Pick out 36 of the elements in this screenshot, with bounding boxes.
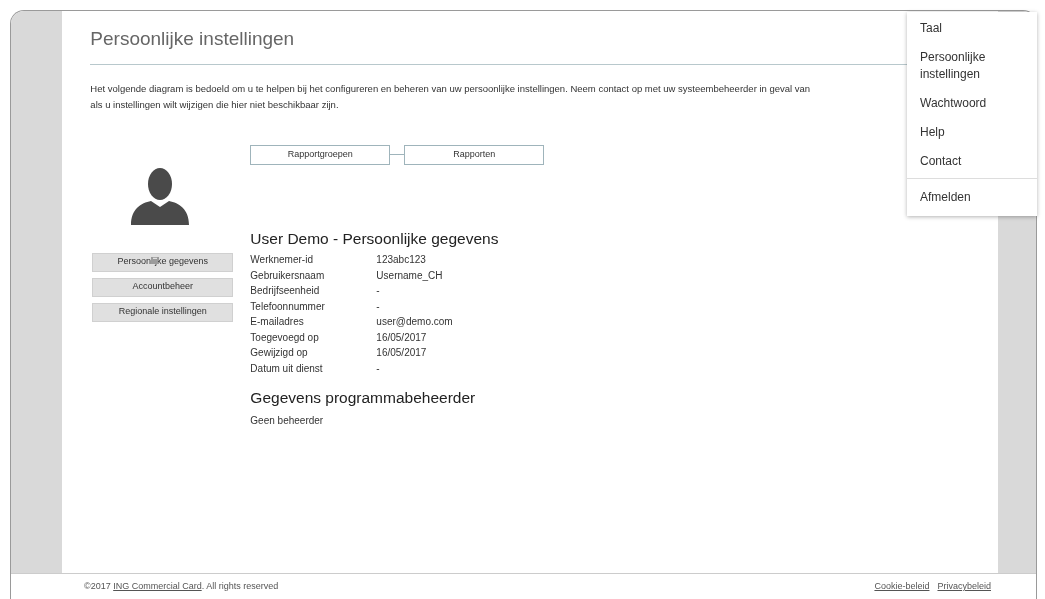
details-title: User Demo - Persoonlijke gegevens xyxy=(250,228,500,249)
side-nav-button[interactable]: Accountbeheer xyxy=(92,277,234,297)
field-value: 16/05/2017 xyxy=(376,330,427,345)
field-label: Toegevoegd op xyxy=(250,330,320,345)
menu-item[interactable]: Afmelden xyxy=(907,183,1037,212)
user-avatar-icon xyxy=(131,166,190,225)
field-label: Gewijzigd op xyxy=(250,346,309,360)
field-label: E-mailadres xyxy=(250,315,305,329)
diagram-node[interactable]: Rapportgroepen xyxy=(250,144,391,165)
menu-item[interactable]: Wachtwoord xyxy=(907,89,1037,118)
field-label: Datum uit dienst xyxy=(250,361,324,376)
field-label: Telefoonnummer xyxy=(250,299,326,314)
field-value: 16/05/2017 xyxy=(376,346,427,360)
field-value: Username_CH xyxy=(376,268,443,283)
field-value: - xyxy=(376,361,380,376)
company-link[interactable]: ING Commercial Card xyxy=(113,580,202,591)
field-value: - xyxy=(376,284,380,298)
manager-text: Geen beheerder xyxy=(250,414,325,428)
menu-item[interactable]: Persoonlijke instellingen xyxy=(907,43,1037,89)
side-nav-button[interactable]: Regionale instellingen xyxy=(92,302,234,322)
field-label: Werknemer-id xyxy=(250,253,314,267)
field-value: 123abc123 xyxy=(376,253,426,267)
field-value: - xyxy=(376,299,380,314)
footer-link[interactable]: Privacybeleid xyxy=(937,579,991,594)
section-title: Gegevens programmabeheerder xyxy=(250,387,477,408)
menu-item[interactable]: Contact xyxy=(907,147,1037,176)
field-value: user@demo.com xyxy=(376,315,453,329)
copyright-text: ©2017 ING Commercial Card. All rights reserved xyxy=(84,579,279,593)
side-nav-button[interactable]: Persoonlijke gegevens xyxy=(92,252,234,272)
diagram-node[interactable]: Rapporten xyxy=(404,144,545,165)
footer-link[interactable]: Cookie-beleid xyxy=(874,579,930,594)
field-label: Gebruikersnaam xyxy=(250,268,326,283)
field-label: Bedrijfseenheid xyxy=(250,284,321,298)
intro-text: Het volgende diagram is bedoeld om u te helpen bij het configureren en beheren van uw persoonlijke instellingen. Neem contact op met uw systeembeheerder in geval van als u instellingen wilt wijzigen die hier niet beschikbaar zijn. xyxy=(90,81,811,112)
menu-item[interactable]: Taal xyxy=(907,14,1037,43)
menu-item[interactable]: Help xyxy=(907,118,1037,147)
